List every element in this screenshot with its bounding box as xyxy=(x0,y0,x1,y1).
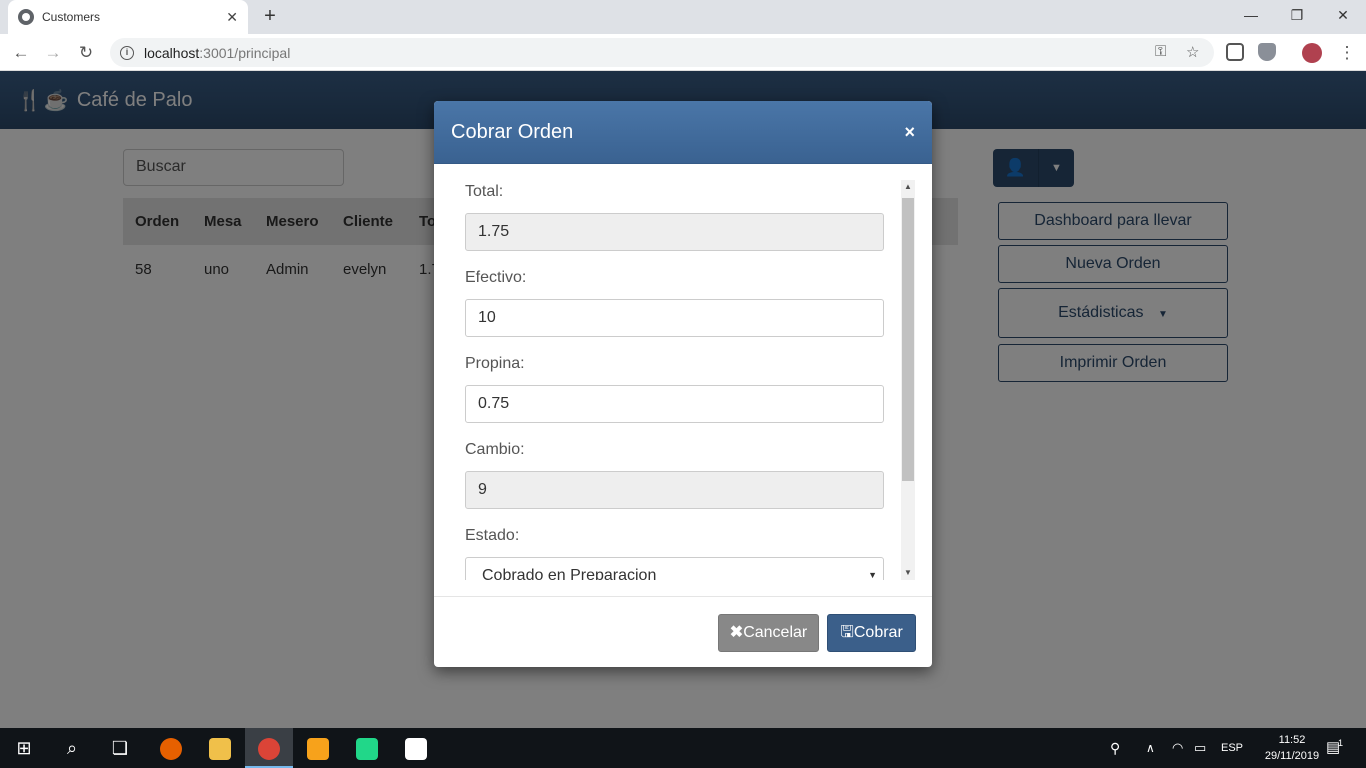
propina-label: Propina: xyxy=(465,355,525,372)
task-view-icon[interactable]: ❏ xyxy=(96,728,144,768)
cambio-field[interactable]: 9 xyxy=(465,471,884,509)
reload-button[interactable]: ↻ xyxy=(73,40,99,66)
back-button[interactable]: ← xyxy=(8,40,34,66)
info-icon[interactable]: i xyxy=(120,45,134,60)
address-bar[interactable]: i localhost:3001/principal xyxy=(110,38,1214,67)
time: 11:52 xyxy=(1278,734,1306,746)
wifi-icon[interactable]: ◠ xyxy=(1172,728,1183,768)
webstorm-icon[interactable] xyxy=(343,728,391,768)
minimize-button[interactable]: — xyxy=(1228,0,1274,30)
tab-close-icon[interactable]: ✕ xyxy=(226,9,238,26)
window-close-button[interactable]: ✕ xyxy=(1320,0,1366,30)
estado-select[interactable]: Cobrado en Preparacion ▼ xyxy=(465,557,884,580)
new-tab-button[interactable]: + xyxy=(258,4,282,28)
chevron-down-icon: ▼ xyxy=(868,570,877,580)
photos-icon[interactable] xyxy=(392,728,440,768)
battery-icon[interactable]: ▭ xyxy=(1194,728,1206,768)
file-explorer-icon[interactable] xyxy=(196,728,244,768)
avatar[interactable] xyxy=(1302,43,1322,63)
cancel-button[interactable]: ✖Cancelar xyxy=(718,614,819,652)
shield-icon[interactable] xyxy=(1258,43,1276,61)
browser-toolbar: ← → ↻ i localhost:3001/principal ⚿ ☆ xyxy=(0,34,1366,71)
save-icon: 🖫 xyxy=(840,624,854,641)
efectivo-label: Efectivo: xyxy=(465,269,527,286)
url-path: :3001/principal xyxy=(199,44,291,61)
estado-label: Estado: xyxy=(465,527,520,544)
total-field[interactable]: 1.75 xyxy=(465,213,884,251)
charge-order-modal: Cobrar Orden × Total: 1.75 Efectivo: 10 … xyxy=(434,101,932,667)
propina-field[interactable]: 0.75 xyxy=(465,385,884,423)
star-icon[interactable]: ☆ xyxy=(1186,43,1199,61)
people-icon[interactable]: ⚲ xyxy=(1110,728,1120,768)
tab-title: Customers xyxy=(42,10,101,24)
form-scroll-area[interactable]: Total: 1.75 Efectivo: 10 Propina: 0.75 C… xyxy=(434,180,932,580)
search-icon[interactable]: ⌕ xyxy=(48,728,96,768)
close-icon[interactable]: × xyxy=(904,122,915,143)
close-icon: ✖ xyxy=(729,624,744,641)
modal-header: Cobrar Orden × xyxy=(434,101,932,164)
url-host: localhost xyxy=(144,44,200,61)
page: 🍴☕ Café de Palo Buscar Orden Mesa Mesero… xyxy=(0,71,1366,728)
scrollbar[interactable]: ▲ ▼ xyxy=(901,180,915,580)
scroll-down-icon[interactable]: ▼ xyxy=(901,566,915,580)
modal-title: Cobrar Orden xyxy=(451,120,574,143)
efectivo-field[interactable]: 10 xyxy=(465,299,884,337)
scrollbar-thumb[interactable] xyxy=(902,198,914,481)
windows-start-icon[interactable]: ⊞ xyxy=(0,728,48,768)
charge-label: Cobrar xyxy=(853,624,903,641)
notification-count: 1 xyxy=(1338,738,1344,748)
uc-browser-icon[interactable] xyxy=(294,728,342,768)
total-label: Total: xyxy=(465,183,504,200)
firefox-icon[interactable] xyxy=(147,728,195,768)
browser-tab[interactable]: Customers ✕ xyxy=(8,0,248,34)
chrome-icon[interactable] xyxy=(245,728,293,768)
globe-icon xyxy=(18,9,34,25)
modal-body: Total: 1.75 Efectivo: 10 Propina: 0.75 C… xyxy=(434,164,932,597)
pocket-icon[interactable] xyxy=(1226,43,1244,61)
language-indicator[interactable]: ESP xyxy=(1221,728,1243,768)
menu-icon[interactable]: ⋮ xyxy=(1334,40,1360,66)
charge-button[interactable]: 🖫Cobrar xyxy=(827,614,916,652)
taskbar: ⊞ ⌕ ❏ ⚲ ∧ ◠ ▭ ESP 11:52 29/11/2019 ▤ 1 xyxy=(0,728,1366,768)
cancel-label: Cancelar xyxy=(743,624,808,641)
chevron-up-icon[interactable]: ∧ xyxy=(1146,728,1155,768)
scroll-up-icon[interactable]: ▲ xyxy=(901,180,915,194)
browser-tab-bar: Customers ✕ + — ❐ ✕ xyxy=(0,0,1366,34)
date: 29/11/2019 xyxy=(1264,750,1320,762)
cambio-label: Cambio: xyxy=(465,441,525,458)
modal-footer: ✖Cancelar 🖫Cobrar xyxy=(434,597,932,667)
maximize-button[interactable]: ❐ xyxy=(1274,0,1320,30)
forward-button[interactable]: → xyxy=(40,40,66,66)
clock[interactable]: 11:52 29/11/2019 xyxy=(1262,732,1322,764)
key-icon[interactable]: ⚿ xyxy=(1155,43,1166,60)
estado-selected-value: Cobrado en Preparacion xyxy=(482,567,657,580)
